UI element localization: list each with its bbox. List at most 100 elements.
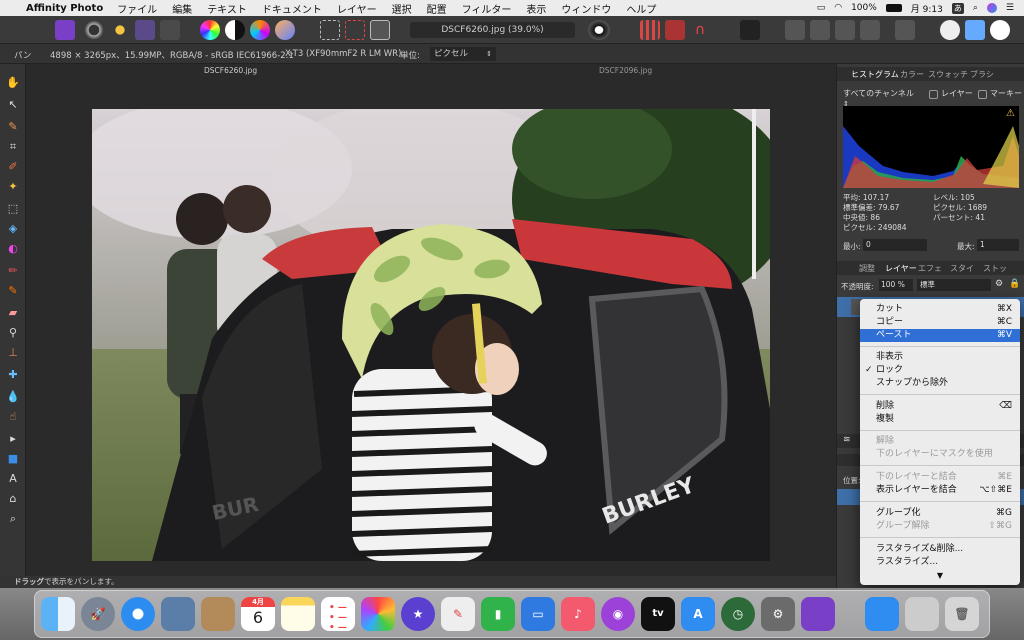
affinity-designer-dock-icon[interactable]	[865, 597, 899, 631]
clock[interactable]: 月 9:13	[911, 2, 943, 15]
channel-dropdown[interactable]: すべてのチャンネル ⇕	[843, 88, 921, 108]
keynote-presentation-icon[interactable]: ▭	[521, 597, 555, 631]
color-picker-tool-icon[interactable]: ✎	[6, 120, 20, 134]
photo-canvas[interactable]: BURLEY BUR	[92, 109, 770, 561]
boolean-subtract-icon[interactable]	[965, 20, 985, 40]
menu-help[interactable]: ヘルプ	[626, 1, 656, 16]
menu-item-exclude-snapping[interactable]: スナップから除外	[860, 377, 1020, 390]
imovie-icon[interactable]: ★	[401, 597, 435, 631]
snapping-icon[interactable]	[665, 20, 685, 40]
affinity-photo-dock-icon[interactable]	[801, 597, 835, 631]
input-method-icon[interactable]: あ	[951, 2, 964, 14]
tab-styles[interactable]: スタイ	[950, 263, 974, 274]
arrange-backward-icon[interactable]	[835, 20, 855, 40]
podcasts-icon[interactable]: ◉	[601, 597, 635, 631]
gradient-tool-icon[interactable]: ◐	[6, 242, 20, 256]
canvas-area[interactable]: BURLEY BUR	[26, 78, 836, 576]
menu-item-delete[interactable]: 削除 ⌫	[860, 400, 1020, 413]
app-store-icon[interactable]: A	[681, 597, 715, 631]
liquify-persona-icon[interactable]	[84, 20, 104, 40]
calendar-icon[interactable]: 4月 6	[241, 597, 275, 631]
tab-stock[interactable]: ストッ	[983, 263, 1007, 274]
search-icon[interactable]: ⌕	[973, 3, 978, 13]
system-preferences-icon[interactable]: ⚙	[761, 597, 795, 631]
flood-fill-tool-icon[interactable]: ◈	[6, 222, 20, 236]
crop-tool-icon[interactable]: ⌗	[6, 140, 20, 154]
tab-dscf6260[interactable]: DSCF6260.jpg	[204, 66, 257, 75]
keynote-icon[interactable]: ✎	[441, 597, 475, 631]
pen-tool-icon[interactable]: ▸	[6, 432, 20, 446]
blur-brush-tool-icon[interactable]: 💧	[6, 390, 20, 404]
export-persona-icon[interactable]	[160, 20, 180, 40]
menu-edit[interactable]: 編集	[172, 1, 192, 16]
marquee-tool-icon[interactable]: ⬚	[6, 202, 20, 216]
menu-arrange[interactable]: 配置	[427, 1, 447, 16]
menu-item-group[interactable]: グループ化 ⌘G	[860, 507, 1020, 520]
move-tool-icon[interactable]: ↖	[6, 98, 20, 112]
menu-item-duplicate[interactable]: 複製	[860, 413, 1020, 426]
gear-icon[interactable]: ⚙	[995, 279, 1003, 289]
menu-item-rasterize-trim[interactable]: ラスタライズ&削除...	[860, 543, 1020, 556]
flood-select-tool-icon[interactable]: ✦	[6, 180, 20, 194]
menu-item-paste[interactable]: ペースト ⌘V	[860, 329, 1020, 342]
paint-brush-tool-icon[interactable]: ✏	[6, 264, 20, 278]
menu-item-release[interactable]: 解除	[860, 435, 1020, 448]
arrange-front-icon[interactable]	[785, 20, 805, 40]
music-icon[interactable]: ♪	[561, 597, 595, 631]
zoom-tool-icon[interactable]: ⌕	[6, 512, 20, 526]
flip-icon[interactable]	[895, 20, 915, 40]
menu-item-lock[interactable]: ✓ ロック	[860, 364, 1020, 377]
notification-center-icon[interactable]: ☰	[1006, 3, 1014, 13]
layers-stack-icon[interactable]: ≋	[843, 435, 851, 445]
text-tool-icon[interactable]: A	[6, 472, 20, 486]
menu-window[interactable]: ウィンドウ	[561, 1, 611, 16]
photos-icon[interactable]	[361, 597, 395, 631]
notes-icon[interactable]	[281, 597, 315, 631]
magnet-icon[interactable]: ∩	[690, 20, 710, 40]
view-tool-hand-icon[interactable]: ✋	[6, 76, 20, 90]
reminders-icon[interactable]: • — • — • —	[321, 597, 355, 633]
arrange-forward-icon[interactable]	[810, 20, 830, 40]
affinity-photo-persona-icon[interactable]	[55, 20, 75, 40]
contrast-icon[interactable]	[225, 20, 245, 40]
finder-icon[interactable]	[41, 597, 75, 631]
menu-filter[interactable]: フィルター	[462, 1, 512, 16]
tab-dscf2096[interactable]: DSCF2096.jpg	[599, 66, 652, 75]
menu-file[interactable]: ファイル	[117, 1, 157, 16]
menu-item-copy[interactable]: コピー ⌘C	[860, 316, 1020, 329]
menu-layer[interactable]: レイヤー	[337, 1, 377, 16]
menu-item-hide[interactable]: 非表示	[860, 351, 1020, 364]
time-machine-icon[interactable]: ◷	[721, 597, 755, 631]
erase-brush-tool-icon[interactable]: ▰	[6, 306, 20, 320]
arrange-back-icon[interactable]	[860, 20, 880, 40]
wifi-icon[interactable]: ◠	[834, 3, 842, 13]
layer-checkbox[interactable]	[929, 90, 938, 99]
rectangle-tool-icon[interactable]: ■	[6, 452, 20, 466]
numbers-icon[interactable]: ▮	[481, 597, 515, 631]
mesh-warp-tool-icon[interactable]: ⌂	[6, 492, 20, 506]
saturation-icon[interactable]	[250, 20, 270, 40]
siri-icon[interactable]	[986, 3, 997, 13]
safari-icon[interactable]	[121, 597, 155, 631]
trash-icon[interactable]: 🗑	[945, 597, 979, 631]
preview-icon[interactable]	[161, 597, 195, 631]
tone-mapping-persona-icon[interactable]	[135, 20, 155, 40]
menu-document[interactable]: ドキュメント	[262, 1, 322, 16]
selection-brush-tool-icon[interactable]: ✐	[6, 160, 20, 174]
white-balance-icon[interactable]	[275, 20, 295, 40]
tab-swatches[interactable]: スウォッチ	[928, 69, 968, 80]
menu-item-ungroup[interactable]: グループ解除 ⇧⌘G	[860, 520, 1020, 533]
apple-tv-icon[interactable]: tv	[641, 597, 675, 631]
tab-histogram[interactable]: ヒストグラム	[851, 69, 899, 80]
opacity-field[interactable]: 100 %	[879, 279, 913, 291]
app-menu[interactable]: Affinity Photo	[26, 3, 103, 14]
color-wheel-icon[interactable]	[200, 20, 220, 40]
menu-scroll-down-icon[interactable]: ▼	[860, 571, 1020, 580]
tab-brushes[interactable]: ブラシ	[970, 69, 994, 80]
grid-icon[interactable]	[640, 20, 660, 40]
menu-select[interactable]: 選択	[392, 1, 412, 16]
color-replacement-tool-icon[interactable]: ✎	[6, 284, 20, 298]
tab-color[interactable]: カラー	[900, 69, 924, 80]
develop-persona-icon[interactable]	[110, 20, 130, 40]
deselect-icon[interactable]	[345, 20, 365, 40]
